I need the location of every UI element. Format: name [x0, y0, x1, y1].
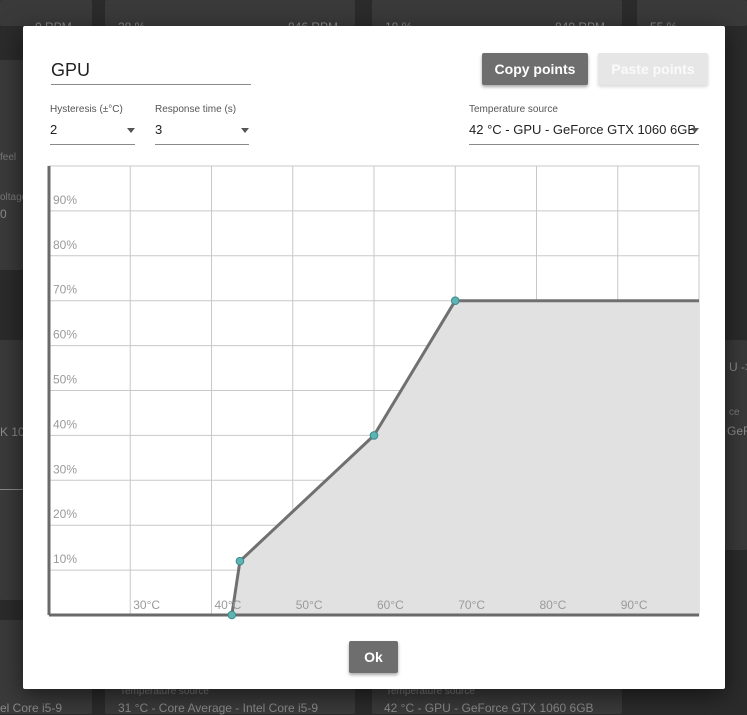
chevron-down-icon — [241, 128, 249, 133]
bg-fragment: U -> — [729, 360, 747, 374]
hysteresis-label: Hysteresis (±°C) — [50, 104, 123, 115]
x-tick-label: 70°C — [458, 598, 485, 612]
x-tick-label: 90°C — [621, 598, 648, 612]
curve-control-point[interactable] — [369, 431, 379, 440]
fan-curve-chart[interactable]: 10% 20% 30% 40% 50% 60% 70% 80% 90% 30°C 40°C 50°C 6… — [47, 164, 701, 620]
bg-fragment: 31 °C - Core Average - Intel Core i5-9 — [118, 701, 319, 715]
fan-curve-dialog: GPU Copy points Paste points Hysteresis … — [23, 26, 725, 689]
hysteresis-value: 2 — [50, 122, 58, 137]
copy-points-button[interactable]: Copy points — [482, 53, 588, 85]
response-time-value: 3 — [155, 122, 163, 137]
fan-curve-svg[interactable]: 10% 20% 30% 40% 50% 60% 70% 80% 90% 30°C 40°C 50°C 6… — [47, 164, 701, 620]
bg-fragment: GeF — [727, 424, 747, 438]
bg-divider — [0, 489, 23, 490]
bg-fragment: ce — [729, 407, 740, 418]
bg-fragment: el Core i5-9 — [0, 701, 63, 715]
y-tick-label: 80% — [53, 238, 77, 252]
chevron-down-icon — [127, 128, 135, 133]
y-tick-label: 90% — [53, 193, 77, 207]
x-tick-label: 50°C — [296, 598, 323, 612]
chevron-down-icon — [691, 128, 699, 133]
y-tick-label: 70% — [53, 283, 77, 297]
x-tick-label: 60°C — [377, 598, 404, 612]
temperature-source-label: Temperature source — [469, 104, 558, 115]
curve-name-input[interactable]: GPU — [51, 58, 251, 85]
x-tick-label: 80°C — [540, 598, 567, 612]
ok-button[interactable]: Ok — [349, 641, 398, 673]
response-time-label: Response time (s) — [155, 104, 237, 115]
x-tick-label: 40°C — [215, 598, 242, 612]
bg-card — [0, 340, 23, 600]
bg-fragment: 42 °C - GPU - GeForce GTX 1060 6GB — [384, 701, 594, 715]
response-time-select[interactable]: Response time (s) 3 — [155, 104, 249, 145]
x-tick-label: 30°C — [133, 598, 160, 612]
y-tick-label: 50% — [53, 373, 77, 387]
bg-fragment: K 10 — [0, 425, 25, 439]
bg-fragment: feel — [0, 152, 17, 163]
curve-control-point[interactable] — [235, 556, 245, 566]
bg-card — [0, 60, 23, 270]
temperature-source-value: 42 °C - GPU - GeForce GTX 1060 6GB — [469, 122, 696, 137]
curve-control-point[interactable] — [450, 296, 460, 305]
curve-control-point[interactable] — [227, 610, 237, 620]
hysteresis-select[interactable]: Hysteresis (±°C) 2 — [50, 104, 135, 145]
y-tick-label: 30% — [53, 462, 77, 476]
y-tick-label: 40% — [53, 417, 77, 431]
paste-points-button[interactable]: Paste points — [598, 53, 708, 85]
y-tick-label: 10% — [53, 552, 77, 566]
y-tick-label: 20% — [53, 507, 77, 521]
bg-fragment: 0 — [0, 207, 7, 221]
temperature-source-select[interactable]: Temperature source 42 °C - GPU - GeForce… — [469, 104, 699, 145]
y-tick-label: 60% — [53, 328, 77, 342]
